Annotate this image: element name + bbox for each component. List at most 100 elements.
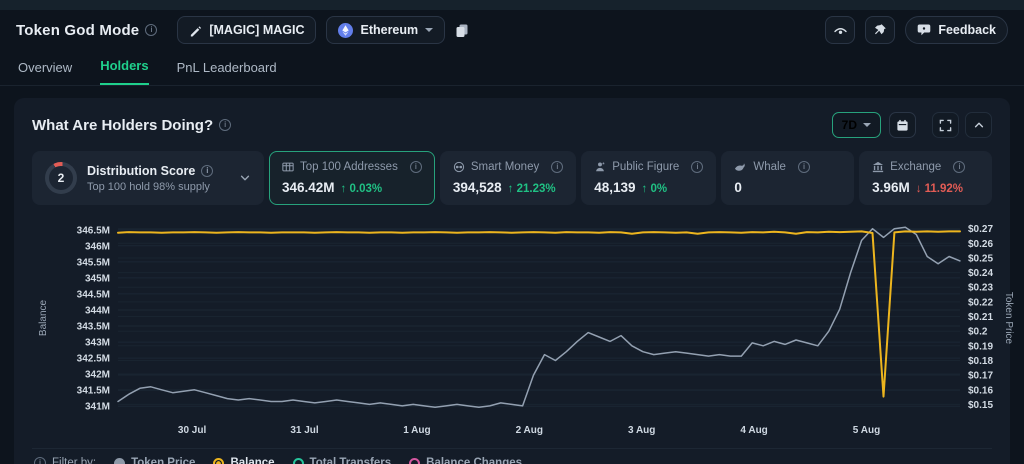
feedback-button[interactable]: Feedback (905, 16, 1008, 44)
info-icon[interactable]: i (145, 24, 158, 36)
tab-bar: Overview Holders PnL Leaderboard (0, 50, 1024, 86)
svg-text:345M: 345M (85, 273, 110, 284)
panel-title: What Are Holders Doing? (32, 116, 214, 134)
card-public-figure[interactable]: Public Figure i 48,139 ↑ 0% (581, 151, 717, 205)
legend-total-transfers[interactable]: Total Transfers (292, 457, 391, 464)
speech-bubble-icon (917, 23, 931, 37)
card-value: 394,528 (452, 180, 502, 195)
card-whale[interactable]: Whale i 0 (721, 151, 855, 205)
filter-by-label: Filter by: (52, 457, 97, 464)
svg-text:Token Price: Token Price (1003, 292, 1014, 345)
chevron-down-icon (425, 28, 434, 32)
svg-text:342M: 342M (85, 370, 110, 381)
tab-pnl-leaderboard[interactable]: PnL Leaderboard (177, 60, 277, 85)
card-value: 0 (734, 180, 742, 195)
balance-dot-icon (213, 457, 225, 464)
svg-text:$0.27: $0.27 (968, 224, 993, 235)
svg-text:345.5M: 345.5M (77, 257, 110, 268)
chain-selector[interactable]: Ethereum (326, 16, 446, 44)
card-value: 346.42M (282, 180, 335, 195)
svg-text:342.5M: 342.5M (77, 354, 110, 365)
pin-button[interactable] (865, 16, 896, 44)
info-icon[interactable]: i (691, 161, 704, 173)
distribution-score-gauge: 2 (45, 162, 77, 194)
info-icon[interactable]: i (219, 119, 232, 131)
svg-text:$0.25: $0.25 (968, 254, 993, 265)
svg-text:344M: 344M (85, 306, 110, 317)
chevron-down-icon[interactable] (239, 172, 251, 184)
svg-text:$0.19: $0.19 (968, 341, 993, 352)
svg-text:2 Aug: 2 Aug (516, 425, 543, 436)
card-smart-money[interactable]: Smart Money i 394,528 ↑ 21.23% (439, 151, 577, 205)
card-value: 48,139 (594, 180, 636, 195)
calendar-button[interactable] (889, 112, 916, 138)
svg-text:$0.22: $0.22 (968, 297, 993, 308)
card-top-100-addresses[interactable]: Top 100 Addresses i 346.42M ↑ 0.03% (269, 151, 435, 205)
nerd-face-icon (453, 161, 465, 173)
distribution-subtitle: Top 100 hold 98% supply (87, 180, 210, 193)
svg-text:$0.17: $0.17 (968, 371, 993, 382)
grid-icon (282, 161, 294, 173)
svg-text:$0.16: $0.16 (968, 385, 993, 396)
token-price-dot-icon (114, 457, 126, 464)
info-icon[interactable]: i (409, 161, 422, 173)
svg-text:30 Jul: 30 Jul (178, 425, 207, 436)
copy-icon[interactable] (455, 23, 469, 38)
svg-text:346M: 346M (85, 241, 110, 252)
collapse-button[interactable] (965, 112, 992, 138)
pin-icon (873, 23, 887, 37)
svg-text:31 Jul: 31 Jul (290, 425, 319, 436)
holders-chart[interactable]: 346.5M 346M 345.5M 345M 344.5M 344M 343.5M 343M… (32, 213, 1014, 446)
svg-text:343M: 343M (85, 338, 110, 349)
info-icon[interactable]: i (797, 161, 810, 173)
token-select-button[interactable]: [MAGIC] MAGIC (177, 16, 317, 44)
holder-stat-cards: 2 Distribution Score i Top 100 hold 98% s… (32, 151, 992, 205)
svg-text:3 Aug: 3 Aug (628, 425, 655, 436)
watch-button[interactable] (825, 16, 856, 44)
svg-text:$0.23: $0.23 (968, 283, 993, 294)
tab-holders[interactable]: Holders (100, 58, 149, 85)
svg-text:$0.18: $0.18 (968, 356, 993, 367)
header: Token God Mode i [MAGIC] MAGIC Ethereum (0, 10, 1024, 50)
svg-text:Balance: Balance (38, 299, 49, 336)
bank-icon (872, 161, 884, 173)
holders-panel: What Are Holders Doing? i 7D 2 Distribut… (14, 98, 1014, 464)
legend-balance[interactable]: Balance (213, 457, 275, 464)
svg-text:341.5M: 341.5M (77, 386, 110, 397)
series-filter-legend: i Filter by: Token Price Balance Total T… (32, 448, 992, 464)
date-range-selector[interactable]: 7D (831, 112, 881, 138)
svg-text:341M: 341M (85, 402, 110, 413)
legend-token-price[interactable]: Token Price (114, 457, 195, 464)
svg-text:$0.2: $0.2 (968, 327, 988, 338)
balance-price-chart[interactable]: 346.5M 346M 345.5M 345M 344.5M 344M 343.5M 343M… (32, 213, 1020, 441)
card-change: ↑ 0.03% (340, 183, 383, 195)
distribution-score-value: 2 (49, 166, 73, 190)
card-change: ↑ 21.23% (507, 183, 556, 195)
card-change: ↓ 11.92% (915, 183, 964, 195)
pencil-icon (189, 24, 202, 37)
info-icon[interactable]: i (551, 161, 564, 173)
svg-text:$0.21: $0.21 (968, 312, 993, 323)
svg-text:$0.15: $0.15 (968, 400, 993, 411)
legend-balance-changes[interactable]: Balance Changes (409, 457, 522, 464)
card-exchange[interactable]: Exchange i 3.96M ↓ 11.92% (859, 151, 992, 205)
info-icon[interactable]: i (953, 161, 966, 173)
svg-text:343.5M: 343.5M (77, 322, 110, 333)
svg-text:$0.26: $0.26 (968, 239, 993, 250)
svg-text:5 Aug: 5 Aug (853, 425, 880, 436)
svg-text:$0.24: $0.24 (968, 268, 993, 279)
top-strip (0, 0, 1024, 10)
fullscreen-button[interactable] (932, 112, 959, 138)
svg-text:1 Aug: 1 Aug (403, 425, 430, 436)
svg-text:346.5M: 346.5M (77, 225, 110, 236)
total-transfers-dot-icon (292, 457, 304, 464)
eye-icon (833, 24, 848, 37)
card-value: 3.96M (872, 180, 910, 195)
info-icon[interactable]: i (201, 164, 214, 177)
balance-changes-dot-icon (409, 457, 421, 464)
distribution-score-card[interactable]: 2 Distribution Score i Top 100 hold 98% s… (32, 151, 264, 205)
info-icon[interactable]: i (34, 457, 46, 464)
whale-icon (734, 161, 747, 173)
person-star-icon (594, 161, 606, 173)
tab-overview[interactable]: Overview (18, 60, 72, 85)
